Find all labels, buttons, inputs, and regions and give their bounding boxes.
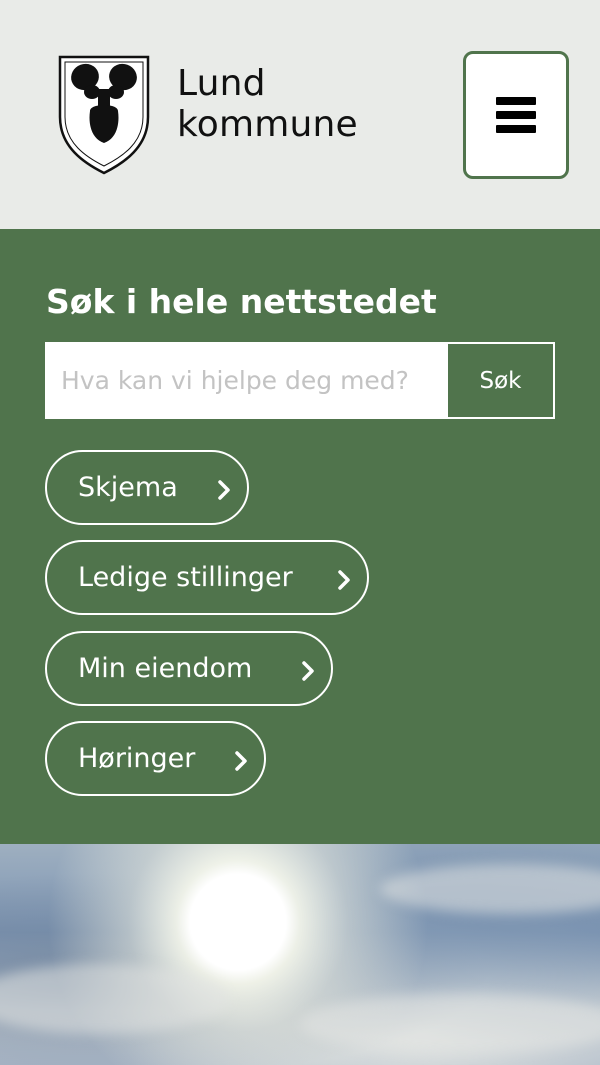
- hamburger-icon: [496, 97, 536, 133]
- menu-button[interactable]: [463, 51, 569, 179]
- chevron-right-icon: [235, 751, 247, 771]
- quick-link-label: Skjema: [78, 472, 178, 503]
- site-header: Lund kommune: [0, 0, 600, 229]
- logo-wordmark: Lund kommune: [177, 63, 417, 145]
- quick-link-label: Ledige stillinger: [78, 562, 293, 593]
- search-title: Søk i hele nettstedet: [46, 282, 437, 321]
- logo-line-2: kommune: [177, 104, 358, 145]
- search-input[interactable]: [45, 342, 447, 419]
- quick-link-label: Min eiendom: [78, 653, 253, 684]
- coat-of-arms-icon: [58, 55, 150, 175]
- quick-link-label: Høringer: [78, 743, 196, 774]
- quick-link-ledige-stillinger[interactable]: Ledige stillinger: [45, 540, 369, 615]
- chevron-right-icon: [218, 480, 230, 500]
- search-button[interactable]: Søk: [446, 342, 555, 419]
- hero-sky-image: [0, 844, 600, 1065]
- quick-link-skjema[interactable]: Skjema: [45, 450, 249, 525]
- quick-link-horinger[interactable]: Høringer: [45, 721, 266, 796]
- search-section: Søk i hele nettstedet Søk Skjema Ledige …: [0, 229, 600, 844]
- quick-link-min-eiendom[interactable]: Min eiendom: [45, 631, 333, 706]
- chevron-right-icon: [302, 661, 314, 681]
- chevron-right-icon: [338, 570, 350, 590]
- logo-line-1: Lund: [177, 63, 266, 104]
